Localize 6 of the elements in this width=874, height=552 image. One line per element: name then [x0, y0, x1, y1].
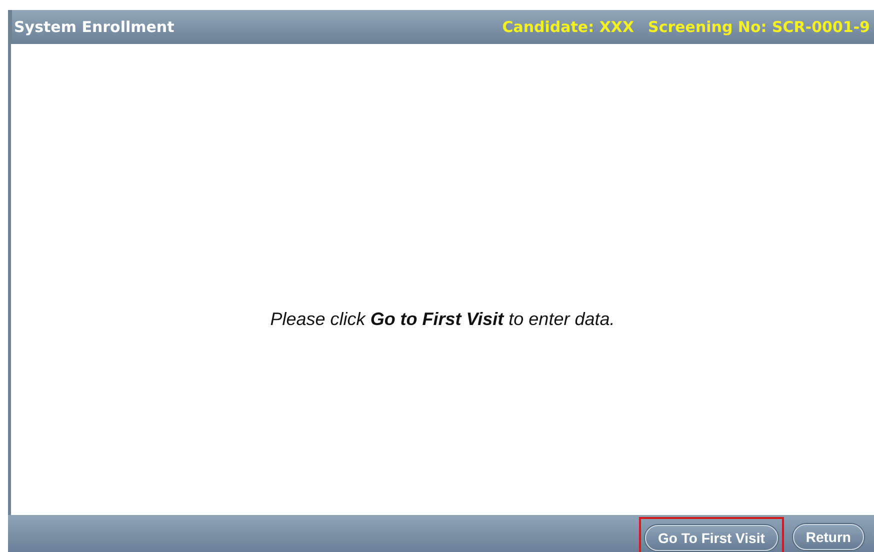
- action-button[interactable]: Return: [792, 524, 864, 550]
- instruction-text: Please click Go to First Visit to enter data.: [270, 309, 615, 330]
- window-title: System Enrollment: [14, 18, 176, 36]
- action-button[interactable]: Go To First Visit: [645, 524, 778, 550]
- candidate-label: Candidate: XXX: [502, 18, 634, 36]
- screening-label: Screening No: SCR-0001-9: [648, 18, 870, 36]
